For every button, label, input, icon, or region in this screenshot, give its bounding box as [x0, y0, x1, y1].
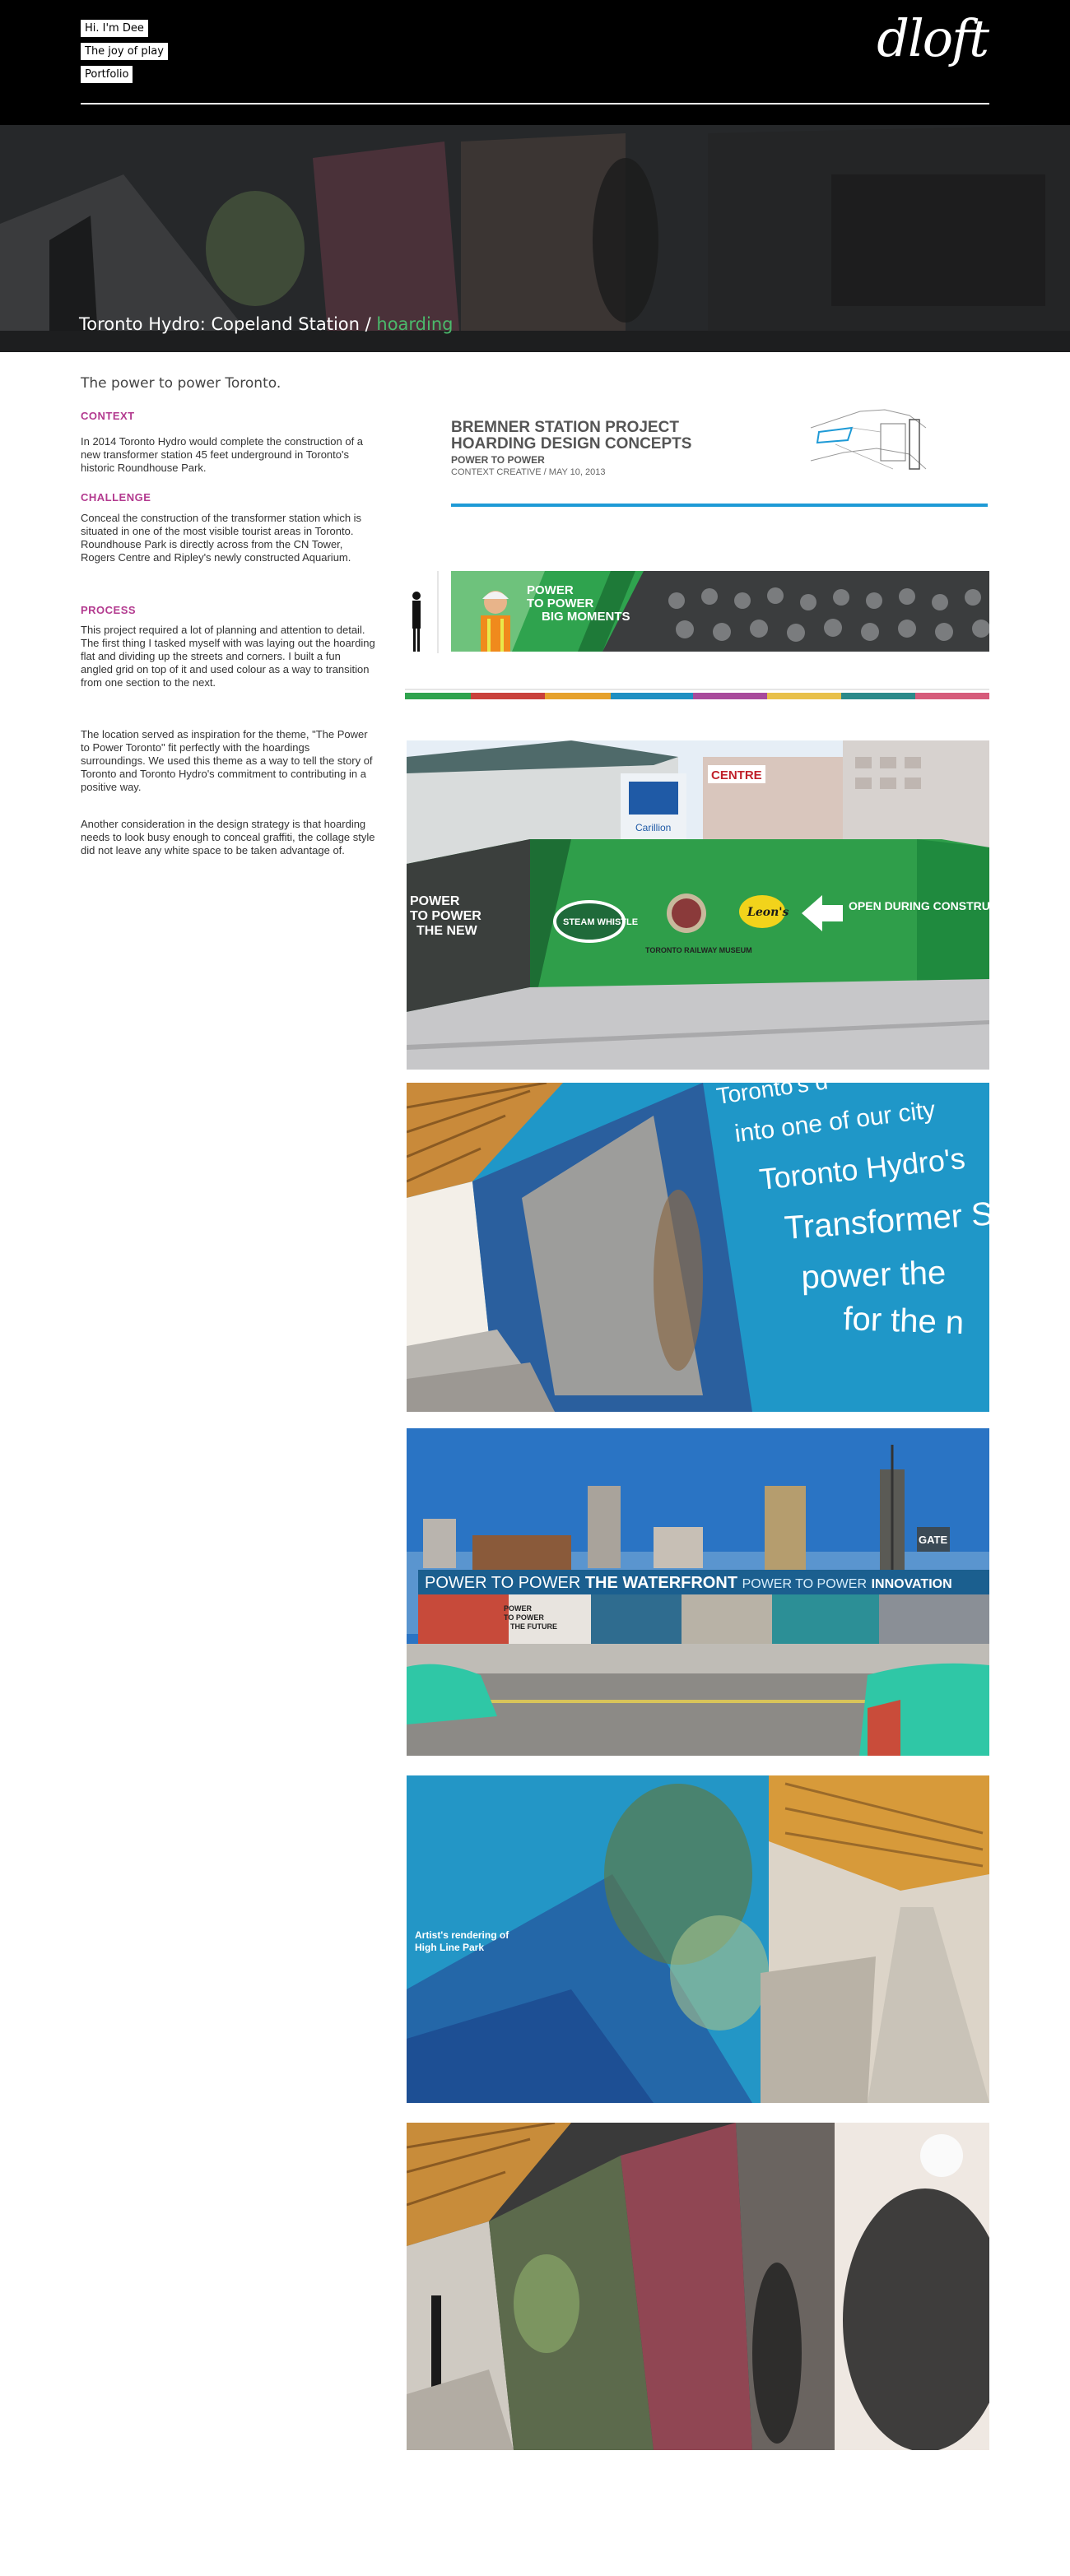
concept-title: BREMNER STATION PROJECT HOARDING DESIGN … [451, 420, 691, 453]
left-panel-text-1: POWER [410, 894, 460, 908]
hero-title-separator: / [359, 314, 377, 334]
header-divider [81, 103, 989, 104]
hoarding-elevation-strip: POWER TO POWER BIG MOMENTS [405, 568, 990, 658]
process-heading: PROCESS [81, 604, 137, 616]
panel-text-3: THE FUTURE [510, 1622, 557, 1631]
photo-green-hoarding: Carillion CENTRE POWER TO POWER THE NEW … [407, 740, 989, 1070]
concept-credit: CONTEXT CREATIVE / MAY 10, 2013 [451, 467, 606, 477]
strip-headline-line-1: POWER [527, 583, 574, 597]
nav-item-portfolio[interactable]: Portfolio [81, 66, 133, 83]
intro-heading: The power to power Toronto. [81, 375, 281, 392]
partner-logo-leons: Leon's [747, 906, 789, 919]
concept-accent-bar [451, 504, 988, 507]
photo-walkway-blue-hoarding: Toronto's d into one of our city Toronto… [407, 1083, 989, 1412]
site-logo[interactable]: dloft [877, 13, 989, 64]
hero-title-tag[interactable]: hoarding [376, 314, 453, 334]
strip-headline-line-2: TO POWER [527, 596, 594, 610]
gate-sign: GATE [919, 1534, 947, 1546]
full-elevation-graphic [405, 685, 989, 701]
process-body: This project required a lot of planning … [81, 624, 375, 689]
concept-title-line-2: HOARDING DESIGN CONCEPTS [451, 435, 692, 453]
strategy-body: Another consideration in the design stra… [81, 818, 375, 856]
photo-waterfront-hoarding: GATE POWER TO POWER THE WATERFRONT POWER… [407, 1428, 989, 1756]
concept-title-line-1: BREMNER STATION PROJECT [451, 419, 679, 436]
rendering-caption-line-2: High Line Park [415, 1942, 484, 1953]
banner-text-c: POWER TO POWER [742, 1577, 867, 1591]
context-heading: CONTEXT [81, 410, 135, 422]
left-panel-text-3: THE NEW [416, 924, 478, 938]
waterfront-banner: POWER TO POWER THE WATERFRONT POWER TO P… [425, 1574, 952, 1592]
partner-logo-steam-whistle: STEAM WHISTLE [563, 917, 638, 927]
photo-historic-collage-hoarding [407, 2123, 989, 2450]
hero-title: Toronto Hydro: Copeland Station / hoardi… [79, 314, 454, 334]
concept-subtitle: POWER TO POWER [451, 454, 545, 466]
banner-text-d: INNOVATION [872, 1577, 952, 1591]
main-nav: Hi. I'm Dee The joy of play Portfolio [81, 20, 168, 89]
nav-item-joy-of-play[interactable]: The joy of play [81, 43, 168, 60]
left-panel-text-2: TO POWER [410, 909, 482, 923]
photo-highline-hoarding: Artist's rendering of High Line Park [407, 1775, 989, 2103]
walkway-blue-image: Toronto's d into one of our city Toronto… [407, 1083, 989, 1412]
banner-text-b: THE WATERFRONT [585, 1574, 737, 1592]
nav-item-about[interactable]: Hi. I'm Dee [81, 20, 148, 37]
banner-text-a: POWER TO POWER [425, 1574, 580, 1592]
panel-text-1: POWER [504, 1604, 533, 1613]
walkway-text-line-6: for the n [843, 1301, 965, 1341]
challenge-body: Conceal the construction of the transfor… [81, 512, 362, 564]
building-logo-text: Carillion [635, 822, 671, 833]
hoarding-elevation-graphic: POWER TO POWER BIG MOMENTS [405, 568, 990, 658]
site-header: Hi. I'm Dee The joy of play Portfolio dl… [0, 0, 1070, 125]
green-hoarding-image: Carillion CENTRE POWER TO POWER THE NEW … [407, 740, 989, 1070]
panel-text-2: TO POWER [504, 1613, 544, 1622]
theme-body: The location served as inspiration for t… [81, 728, 373, 793]
context-body: In 2014 Toronto Hydro would complete the… [81, 435, 364, 474]
building-sign-text: CENTRE [711, 768, 762, 782]
hero-banner: Toronto Hydro: Copeland Station / hoardi… [0, 125, 1070, 352]
challenge-heading: CHALLENGE [81, 491, 151, 504]
strip-headline-line-3: BIG MOMENTS [542, 610, 630, 624]
partner-logo-railway-museum: TORONTO RAILWAY MUSEUM [645, 946, 752, 954]
highline-image: Artist's rendering of High Line Park [407, 1775, 989, 2103]
rendering-caption-line-1: Artist's rendering of [415, 1929, 509, 1941]
hero-title-main: Toronto Hydro: Copeland Station [79, 314, 360, 334]
site-map-diagram [802, 395, 929, 485]
worker-figure [481, 591, 510, 652]
concept-cover: BREMNER STATION PROJECT HOARDING DESIGN … [405, 395, 989, 510]
hoarding-full-elevation-strip [405, 685, 989, 701]
walkway-text-line-5: power the [801, 1255, 947, 1296]
historic-collage-image [407, 2123, 989, 2450]
waterfront-image: GATE POWER TO POWER THE WATERFRONT POWER… [407, 1428, 989, 1756]
open-during-construction-sign: OPEN DURING CONSTRUCTION [849, 899, 989, 912]
